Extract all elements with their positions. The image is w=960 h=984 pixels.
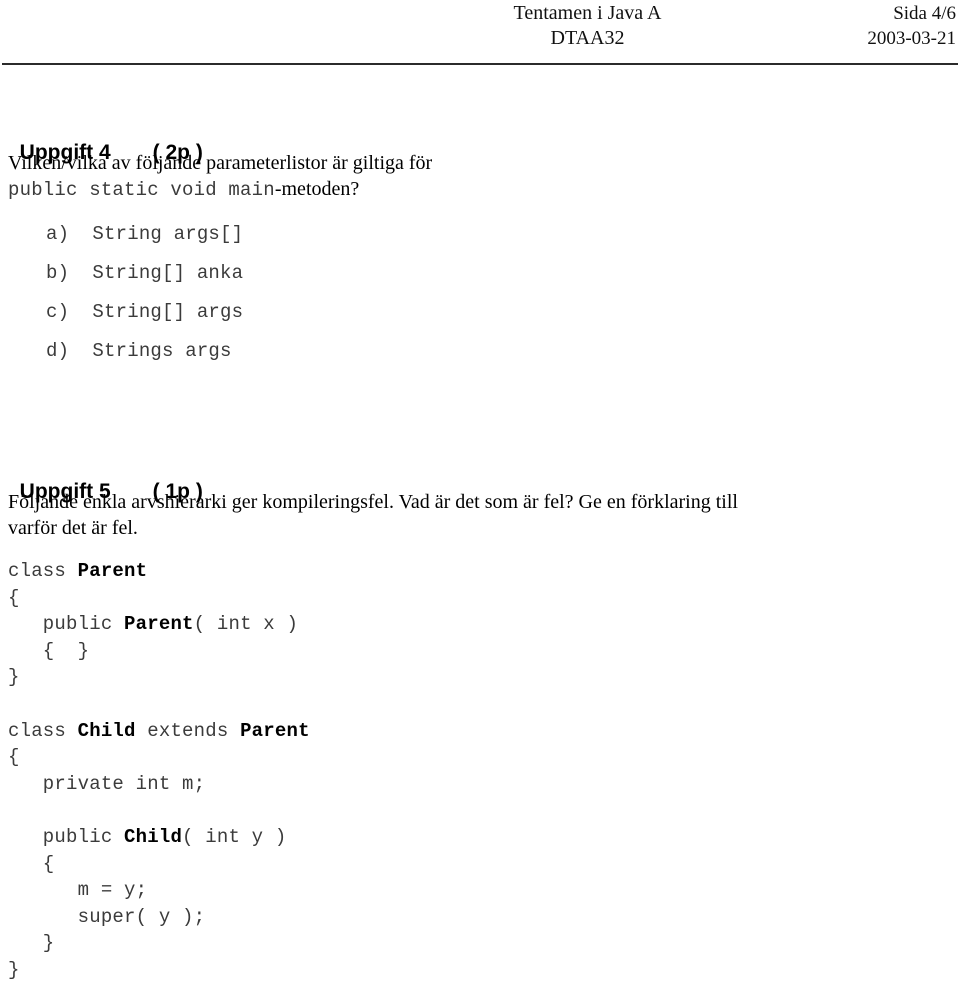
task-4-option-a[interactable]: a) String args[] [46,215,243,254]
code-line: public Parent( int x ) [8,611,310,638]
header-divider [2,63,958,65]
code-line: m = y; [8,877,310,904]
task-4-question: Vilken/vilka av följande parameterlistor… [8,150,432,203]
code-line: super( y ); [8,904,310,931]
code-line: private int m; [8,771,310,798]
code-identifier: Parent [240,719,310,742]
code-text: { [8,852,55,875]
task-4-option-d[interactable]: d) Strings args [46,332,243,371]
code-line: { [8,851,310,878]
code-text: class [8,719,78,742]
task-4-option-b[interactable]: b) String[] anka [46,254,243,293]
code-text: { [8,746,20,769]
code-text: extends [135,719,241,742]
code-text: } [8,932,55,955]
code-line: class Child extends Parent [8,718,310,745]
code-identifier: Parent [124,613,194,636]
task-4-question-line-1: Vilken/vilka av följande parameterlistor… [8,152,433,174]
header-course-title: Tentamen i Java A [513,2,662,24]
page-header: Tentamen i Java A DTAA32 Sida 4/6 2003-0… [0,0,960,64]
code-text: } [8,666,20,689]
task-5-description-line-1: Följande enkla arvshierarki ger kompiler… [8,491,738,513]
code-text: ( int x ) [193,613,299,636]
code-line: public Child( int y ) [8,824,310,851]
code-line: } [8,930,310,957]
code-line: class Parent [8,558,310,585]
code-text: class [8,560,78,582]
code-identifier: Child [124,825,183,848]
code-text: ( int y ) [182,825,287,848]
header-course-block: Tentamen i Java A DTAA32 [400,1,775,51]
header-course-code: DTAA32 [550,27,625,49]
header-page-label: Sida 4/6 [893,3,956,24]
code-identifier: Parent [77,560,148,582]
header-meta-block: Sida 4/6 2003-03-21 [867,1,956,51]
code-line: } [8,664,310,691]
code-line: } [8,957,310,984]
task-5-code-block: class Parent{ public Parent( int x ) { }… [8,558,310,984]
code-line: { [8,585,310,612]
task-4-option-list: a) String args[] b) String[] anka c) Str… [46,215,243,371]
code-line: { } [8,638,310,665]
code-identifier: Child [77,719,136,742]
task-5-description-line-2: varför det är fel. [8,517,138,539]
code-text: public [8,825,125,848]
code-text: super( y ); [8,905,206,928]
task-4-question-line-2: public static void main-metoden? [8,176,432,203]
code-text: { [8,586,20,609]
code-text: private int m; [8,772,206,795]
task-4-question-tail: -metoden? [274,178,360,200]
code-text: { } [8,639,90,662]
task-5-description: Följande enkla arvshierarki ger kompiler… [8,489,738,541]
code-text: public [8,613,125,636]
code-text: m = y; [8,879,148,902]
header-date: 2003-03-21 [867,28,956,49]
task-4-question-code: public static void main [8,179,275,201]
code-line: { [8,744,310,771]
task-4-option-c[interactable]: c) String[] args [46,293,243,332]
